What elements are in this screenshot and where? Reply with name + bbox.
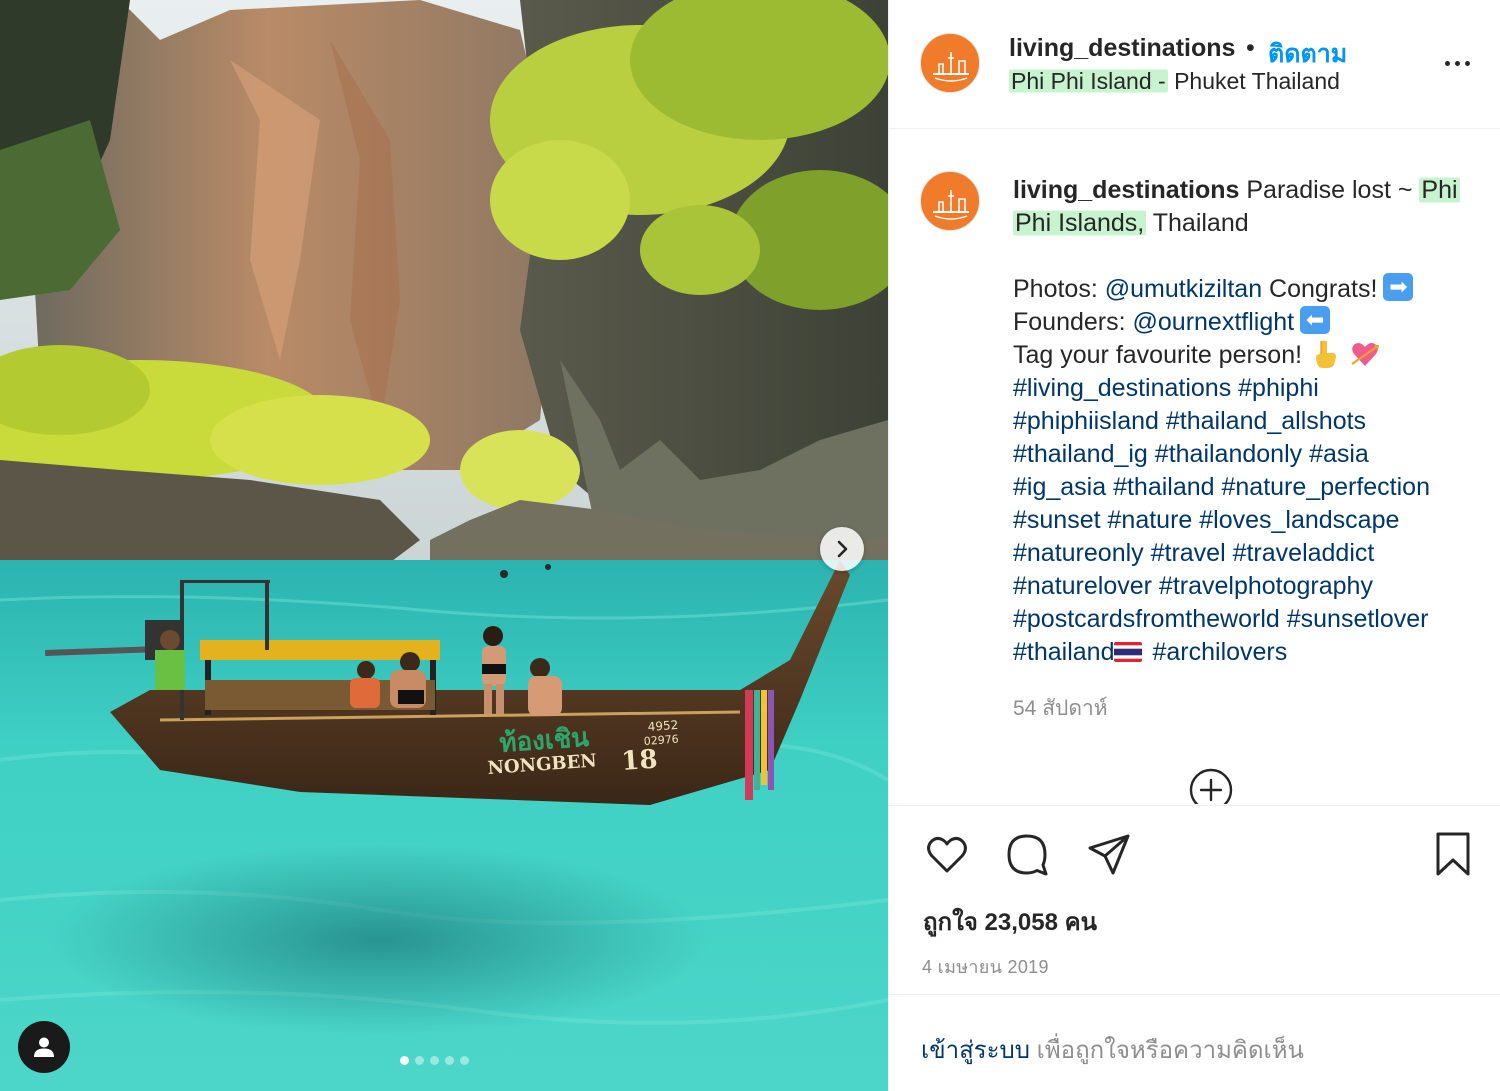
caption-line: Photos: @umutkiziltan Congrats! ➡ — [1013, 273, 1488, 306]
caption-place-highlight[interactable]: Phi — [1419, 176, 1460, 204]
carousel-dot — [460, 1056, 469, 1065]
carousel-next-button[interactable] — [820, 527, 864, 571]
carousel-indicator — [400, 1056, 469, 1065]
login-prompt: เข้าสู่ระบบ เพื่อถูกใจหรือความคิดเห็น — [921, 1030, 1304, 1069]
more-options-button[interactable] — [1439, 48, 1475, 78]
boat-reg-bottom: 02976 — [643, 733, 679, 748]
photos-tail: Congrats! — [1262, 275, 1378, 303]
hashtag-line[interactable]: #natureonly #travel #traveladdict — [1013, 537, 1488, 570]
hashtag-line[interactable]: #sunset #nature #loves_landscape — [1013, 504, 1488, 537]
founders-label: Founders: — [1013, 308, 1133, 336]
caption-line: #thailand #archilovers — [1013, 636, 1488, 669]
tagged-users-button[interactable] — [18, 1021, 70, 1073]
caption-place-highlight[interactable]: Phi Islands, — [1013, 209, 1147, 237]
separator-dot: • — [1246, 34, 1255, 62]
plus-circle-icon[interactable] — [1188, 767, 1234, 804]
hashtag-link[interactable]: #thailand — [1013, 638, 1114, 666]
caption-username[interactable]: living_destinations — [1013, 176, 1239, 204]
founders-mention-link[interactable]: @ournextflight — [1133, 308, 1295, 336]
comments-section[interactable]: living_destinations Paradise lost ~ Phi … — [889, 130, 1500, 804]
hashtag-line[interactable]: #phiphiisland #thailand_allshots — [1013, 405, 1488, 438]
comment-time-ago: 54 สัปดาห์ — [1013, 697, 1108, 720]
caption-text-start: Paradise lost ~ — [1239, 176, 1420, 204]
location-link[interactable]: Phi Phi Island - Phuket Thailand — [1009, 68, 1340, 95]
thailand-flag-emoji-icon — [1114, 642, 1143, 662]
caption-line: Phi Islands, Thailand — [1013, 207, 1488, 240]
bookmark-icon[interactable] — [1429, 830, 1477, 878]
photos-label: Photos: — [1013, 275, 1105, 303]
location-rest: Phuket Thailand — [1167, 68, 1340, 94]
boat-number-text: 18 — [620, 745, 658, 777]
brand-logo-icon — [921, 172, 979, 230]
more-horizontal-icon — [1454, 60, 1460, 66]
left-arrow-emoji-icon: ⬅ — [1300, 306, 1331, 334]
share-icon[interactable] — [1085, 830, 1133, 878]
hashtag-line[interactable]: #thailand_ig #thailandonly #asia — [1013, 438, 1488, 471]
caption-line: Tag your favourite person! — [1013, 339, 1488, 372]
location-highlight: Phi Phi Island - — [1009, 68, 1168, 94]
caption-line: Founders: @ournextflight ⬅ — [1013, 306, 1488, 339]
avatar[interactable] — [920, 33, 980, 93]
post-details-panel: living_destinations • ติดตาม Phi Phi Isl… — [888, 0, 1500, 1091]
hashtag-link[interactable]: #archilovers — [1152, 638, 1287, 666]
caption-line: living_destinations Paradise lost ~ Phi — [1013, 174, 1488, 207]
header-username[interactable]: living_destinations — [1009, 34, 1235, 63]
login-prompt-text: เพื่อถูกใจหรือความคิดเห็น — [1029, 1037, 1304, 1064]
carousel-dot — [400, 1056, 409, 1065]
hashtag-line[interactable]: #living_destinations #phiphi — [1013, 372, 1488, 405]
pointing-down-emoji-icon — [1316, 341, 1337, 368]
heart-arrow-emoji-icon — [1351, 343, 1380, 366]
hashtag-line[interactable]: #ig_asia #thailand #nature_perfection — [1013, 471, 1488, 504]
heart-icon[interactable] — [923, 830, 971, 878]
comment-icon[interactable] — [1003, 830, 1051, 878]
photos-mention-link[interactable]: @umutkiziltan — [1105, 275, 1262, 303]
post-date: 4 เมษายน 2019 — [922, 957, 1049, 977]
phi-phi-lagoon-image: ท้องเชิน NONGBEN 18 4952 02976 — [0, 0, 888, 1091]
avatar[interactable] — [920, 171, 980, 231]
hashtag-line[interactable]: #postcardsfromtheworld #sunsetlover — [1013, 603, 1488, 636]
likes-count[interactable]: ถูกใจ 23,058 คน — [923, 902, 1097, 941]
user-tag-icon — [34, 1037, 54, 1057]
login-link[interactable]: เข้าสู่ระบบ — [921, 1037, 1030, 1064]
post-header: living_destinations • ติดตาม Phi Phi Isl… — [889, 0, 1500, 129]
brand-logo-icon — [921, 34, 979, 92]
right-arrow-emoji-icon: ➡ — [1383, 273, 1414, 301]
carousel-dot — [430, 1056, 439, 1065]
hashtag-line[interactable]: #naturelover #travelphotography — [1013, 570, 1488, 603]
caption-text-end: Thailand — [1146, 209, 1249, 237]
carousel-dot — [445, 1056, 454, 1065]
post-actions: ถูกใจ 23,058 คน 4 เมษายน 2019 — [889, 805, 1500, 995]
post-photo[interactable]: ท้องเชิน NONGBEN 18 4952 02976 — [0, 0, 888, 1091]
post-caption: living_destinations Paradise lost ~ Phi … — [1013, 174, 1488, 669]
chevron-right-icon — [837, 540, 848, 558]
more-horizontal-icon — [1464, 60, 1470, 66]
boat-reg-top: 4952 — [647, 718, 678, 734]
tag-line: Tag your favourite person! — [1013, 341, 1303, 369]
carousel-dot — [415, 1056, 424, 1065]
more-horizontal-icon — [1444, 60, 1450, 66]
